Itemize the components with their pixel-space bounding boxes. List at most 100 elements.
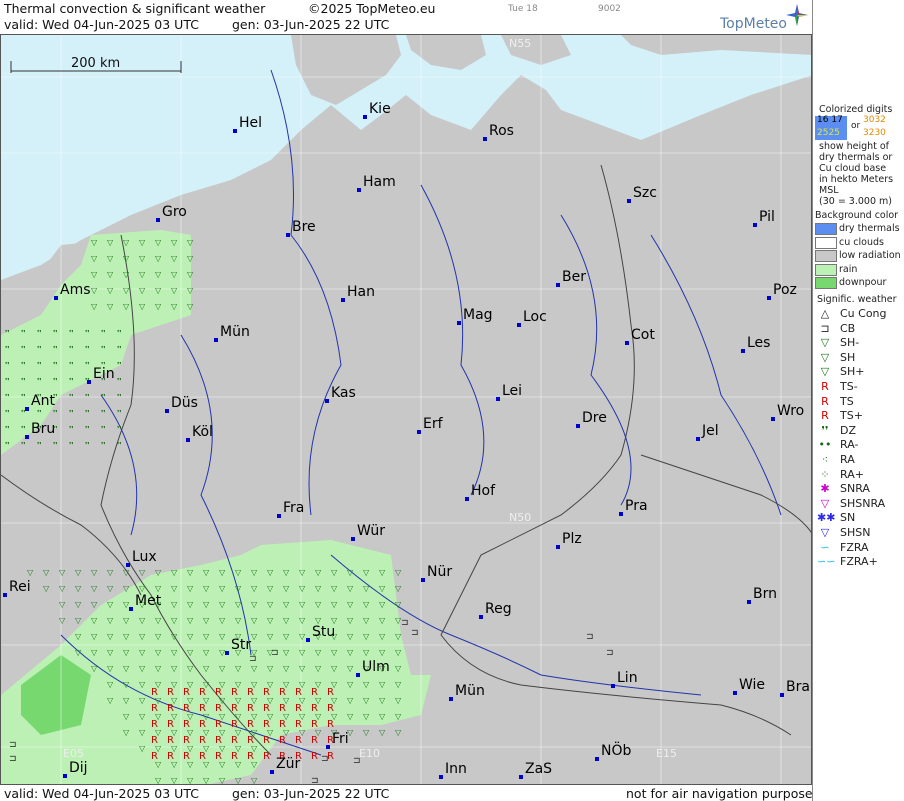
weather-symbol-icon: R — [199, 687, 206, 698]
weather-symbol-icon: ▽ — [187, 648, 194, 657]
weather-symbol-icon: R — [183, 687, 190, 698]
legend-weather-label: RA — [840, 453, 855, 466]
city-marker[interactable]: Han — [341, 284, 375, 302]
weather-symbol-icon: ❜❜ — [69, 377, 74, 385]
grid-label-e10: E10 — [359, 747, 380, 760]
weather-symbol-icon: ▽ — [91, 302, 98, 311]
weather-symbol-icon: ▽ — [363, 632, 370, 641]
city-marker[interactable]: Ams — [54, 282, 91, 300]
weather-symbol-icon: ▽ — [283, 616, 290, 625]
weather-symbol-icon: ❜❜ — [117, 409, 122, 417]
weather-symbol-icon: ▽ — [139, 616, 146, 625]
weather-symbol-icon: R — [167, 687, 174, 698]
weather-symbol-icon: ▽ — [203, 568, 210, 577]
city-dot-icon — [483, 137, 487, 141]
legend-weather-symbol-icon: ▽ — [820, 336, 830, 350]
weather-symbol-icon: ▽ — [123, 680, 130, 689]
legend-bg-title: Background color — [815, 210, 899, 221]
weather-symbol-icon: R — [295, 735, 302, 746]
weather-symbol-icon: ▽ — [251, 600, 258, 609]
weather-symbol-icon: ▽ — [219, 664, 226, 673]
city-marker[interactable]: Mün — [214, 324, 250, 342]
weather-symbol-icon: ❜❜ — [5, 441, 10, 449]
weather-symbol-icon: ▽ — [283, 600, 290, 609]
weather-symbol-icon: ❜❜ — [85, 425, 90, 433]
weather-symbol-icon: ▽ — [75, 632, 82, 641]
city-label: Mün — [455, 683, 485, 699]
generated-time: gen: 03-Jun-2025 22 UTC — [232, 17, 390, 32]
city-dot-icon — [780, 693, 784, 697]
city-dot-icon — [126, 563, 130, 567]
weather-map[interactable]: N55 N50 E05 E10 E15 200 km ▽ ▽ ▽ ▽ ▽ ▽ ▽ ▽ ▽ ▽ ▽ ▽ ▽… — [0, 34, 812, 785]
city-dot-icon — [771, 417, 775, 421]
weather-symbol-icon: ▽ — [107, 600, 114, 609]
weather-symbol-icon: R — [295, 703, 302, 714]
city-label: Ant — [31, 393, 55, 409]
weather-symbol-icon: ❜❜ — [21, 409, 26, 417]
weather-symbol-icon: R — [231, 703, 238, 714]
city-dot-icon — [357, 188, 361, 192]
weather-symbol-icon: ▽ — [299, 616, 306, 625]
footer-generated-time: gen: 03-Jun-2025 22 UTC — [232, 786, 390, 801]
weather-symbol-icon: R — [151, 735, 158, 746]
weather-symbol-icon: ▽ — [75, 584, 82, 593]
weather-symbol-icon: ▽ — [75, 648, 82, 657]
weather-symbol-icon: ❜❜ — [53, 329, 58, 337]
weather-symbol-icon: ▽ — [171, 286, 178, 295]
weather-symbol-icon: ▽ — [235, 776, 242, 785]
weather-symbol-icon: R — [247, 751, 254, 762]
legend-bg-label: cu clouds — [839, 236, 884, 248]
city-label: Wro — [777, 403, 804, 419]
city-dot-icon — [767, 296, 771, 300]
grid-label-e05: E05 — [63, 747, 84, 760]
city-marker[interactable]: Mün — [449, 683, 485, 701]
weather-symbol-icon: ▽ — [139, 728, 146, 737]
city-label: Lin — [617, 670, 638, 686]
weather-symbol-icon: ❜❜ — [69, 329, 74, 337]
weather-symbol-icon: ▽ — [59, 616, 66, 625]
weather-symbol-icon: ▽ — [155, 664, 162, 673]
city-marker[interactable]: Ham — [357, 174, 396, 192]
weather-symbol-icon: ❜❜ — [21, 329, 26, 337]
legend-weather-label: SNRA — [840, 482, 870, 496]
weather-symbol-icon: ▽ — [107, 254, 114, 263]
weather-symbol-icon: ▽ — [347, 584, 354, 593]
weather-symbol-icon: ▽ — [187, 664, 194, 673]
weather-symbol-icon: ▽ — [203, 584, 210, 593]
city-label: Bre — [292, 219, 316, 235]
weather-symbol-icon: ▽ — [219, 568, 226, 577]
city-label: Zür — [276, 756, 300, 772]
city-marker[interactable]: Wür — [351, 523, 385, 541]
city-label: Düs — [171, 395, 198, 411]
city-dot-icon — [517, 323, 521, 327]
city-label: Mün — [220, 324, 250, 340]
weather-symbol-icon: R — [311, 719, 318, 730]
weather-symbol-icon: ▽ — [395, 696, 402, 705]
legend-weather-symbol-icon: ✱ — [820, 482, 830, 496]
weather-symbol-icon: R — [151, 687, 158, 698]
weather-symbol-icon: ▽ — [219, 600, 226, 609]
weather-symbol-icon: ▽ — [171, 254, 178, 263]
city-marker[interactable]: NÖb — [595, 741, 631, 761]
weather-symbol-icon: ▽ — [107, 632, 114, 641]
weather-symbol-icon: ▽ — [379, 600, 386, 609]
weather-symbol-icon: R — [199, 703, 206, 714]
weather-symbol-icon: ▽ — [315, 648, 322, 657]
topmeteo-logo: TopMeteo — [720, 4, 812, 34]
weather-symbol-icon: R — [327, 703, 334, 714]
weather-symbol-icon: ▽ — [379, 632, 386, 641]
weather-symbol-icon: ▽ — [139, 696, 146, 705]
weather-symbol-icon: R — [215, 719, 222, 730]
weather-symbol-icon: ▽ — [315, 600, 322, 609]
weather-symbol-icon: ▽ — [139, 744, 146, 753]
city-marker[interactable]: Ulm — [356, 659, 390, 677]
legend-or: or — [851, 121, 861, 131]
weather-symbol-icon: ❜❜ — [117, 361, 122, 369]
legend-bg-swatch — [815, 277, 837, 289]
weather-symbol-icon: ▽ — [155, 632, 162, 641]
weather-symbol-icon: ▽ — [75, 568, 82, 577]
city-marker[interactable]: Mag — [457, 307, 493, 325]
weather-symbol-icon: ▽ — [347, 616, 354, 625]
weather-symbol-icon: R — [231, 735, 238, 746]
weather-symbol-icon: ⊐ — [321, 754, 329, 764]
